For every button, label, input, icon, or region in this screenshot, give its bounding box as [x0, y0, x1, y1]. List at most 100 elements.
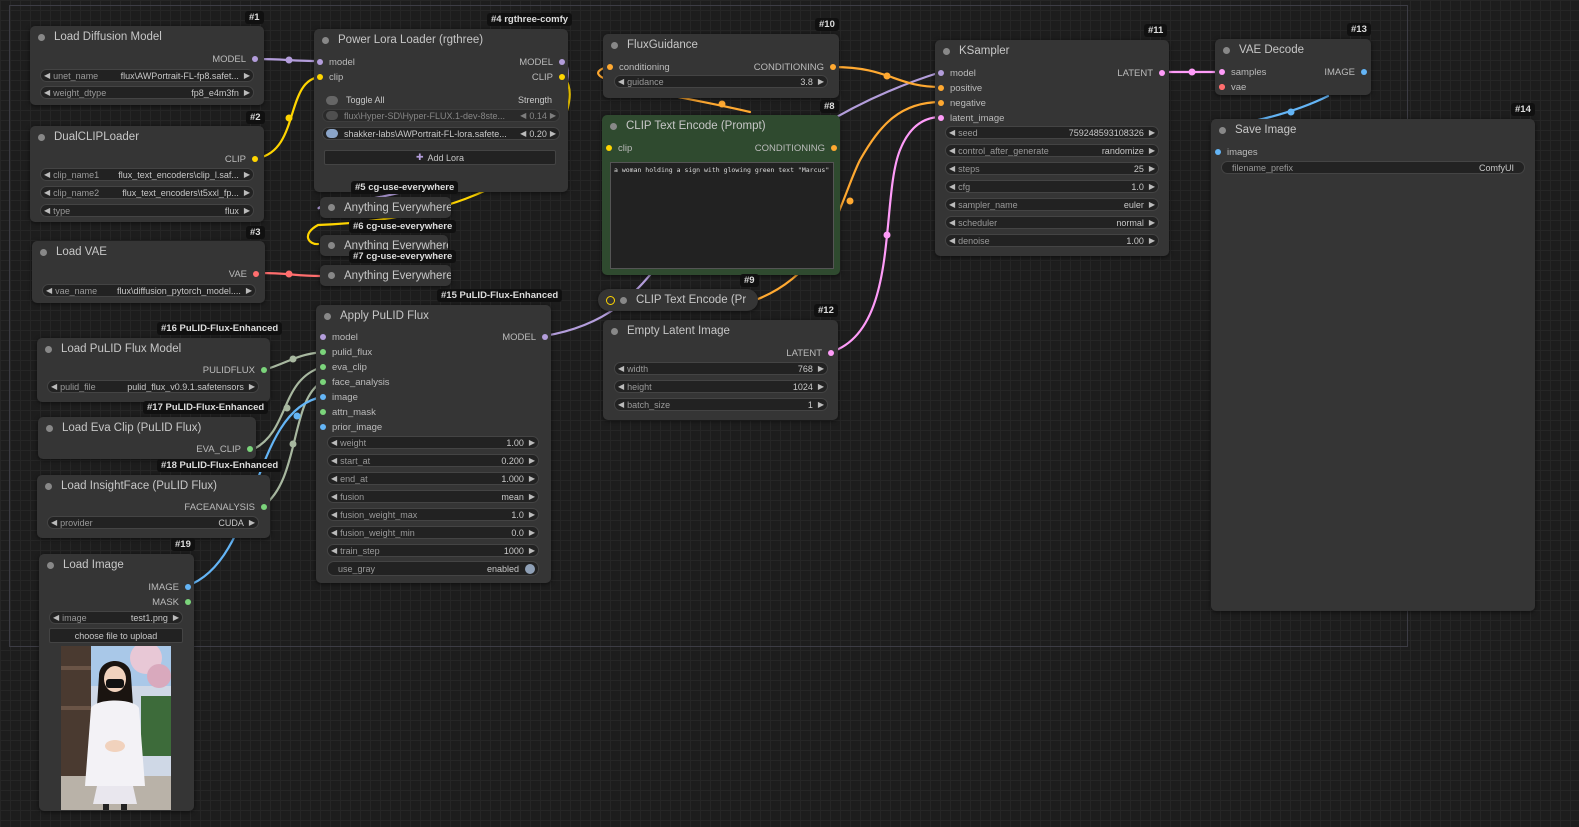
output-pin-icon[interactable]	[1159, 70, 1165, 76]
arrow-right-icon[interactable]: ▶	[1146, 182, 1158, 191]
input-model[interactable]: model	[320, 330, 358, 344]
input-pin-icon[interactable]	[606, 145, 612, 151]
arrow-left-icon[interactable]: ◀	[328, 438, 340, 447]
arrow-left-icon[interactable]: ◀	[41, 206, 53, 215]
widget-vae-name[interactable]: ◀ vae_name flux\diffusion_pytorch_model...…	[42, 284, 256, 297]
add-lora-button[interactable]: ✚ Add Lora	[324, 150, 556, 165]
collapse-dot-icon[interactable]	[47, 561, 54, 569]
input-clip[interactable]: clip	[606, 141, 632, 155]
lora-row-2[interactable]: shakker-labs\AWPortrait-FL-lora.safete..…	[322, 127, 560, 140]
input-pulid-flux[interactable]: pulid_flux	[320, 345, 372, 359]
output-image[interactable]: IMAGE	[148, 580, 191, 594]
output-conditioning[interactable]: CONDITIONING	[754, 60, 836, 74]
arrow-left-icon[interactable]: ◀	[328, 456, 340, 465]
output-pin-icon[interactable]	[559, 74, 565, 80]
arrow-right-icon[interactable]: ▶	[526, 492, 538, 501]
output-clip[interactable]: CLIP	[532, 70, 565, 84]
lora-row-1[interactable]: flux\Hyper-SD\Hyper-FLUX.1-dev-8ste... ◀ 0…	[322, 109, 560, 122]
arrow-right-icon[interactable]: ▶	[526, 456, 538, 465]
widget-use-gray[interactable]: use_gray enabled	[327, 561, 539, 576]
node-load-insightface[interactable]: Load InsightFace (PuLID Flux) FACEANALYS…	[37, 475, 270, 538]
arrow-left-icon[interactable]: ◀	[41, 88, 53, 97]
node-title[interactable]: FluxGuidance	[603, 34, 839, 56]
arrow-left-icon[interactable]: ◀	[615, 400, 627, 409]
arrow-left-icon[interactable]: ◀	[615, 77, 627, 86]
collapse-dot-icon[interactable]	[610, 122, 617, 130]
output-pin-icon[interactable]	[185, 584, 191, 590]
output-faceanalysis[interactable]: FACEANALYSIS	[184, 500, 267, 514]
input-pin-icon[interactable]	[1219, 84, 1225, 90]
output-pin-icon[interactable]	[252, 56, 258, 62]
arrow-left-icon[interactable]: ◀	[946, 182, 958, 191]
node-anything-everywhere-7[interactable]: Anything Everywhere	[320, 265, 451, 286]
node-title[interactable]: Anything Everywhere	[320, 265, 451, 286]
collapse-dot-icon[interactable]	[38, 33, 45, 41]
collapse-dot-icon[interactable]	[322, 36, 329, 44]
input-pin-icon[interactable]	[938, 85, 944, 91]
widget-end-at[interactable]: ◀ end_at 1.000 ▶	[327, 472, 539, 485]
output-mask[interactable]: MASK	[152, 595, 191, 609]
output-pin-icon[interactable]	[252, 156, 258, 162]
arrow-left-icon[interactable]: ◀	[41, 188, 53, 197]
node-power-lora-loader[interactable]: Power Lora Loader (rgthree) model clip M…	[314, 29, 568, 192]
node-title[interactable]: Load Diffusion Model	[30, 26, 264, 48]
widget-clip-name1[interactable]: ◀ clip_name1 flux_text_encoders\clip_l.saf…	[40, 168, 254, 181]
input-eva-clip[interactable]: eva_clip	[320, 360, 367, 374]
output-pin-icon[interactable]	[253, 271, 259, 277]
input-pin-icon[interactable]	[320, 379, 326, 385]
collapse-dot-icon[interactable]	[620, 296, 627, 304]
widget-provider[interactable]: ◀ provider CUDA ▶	[47, 516, 259, 529]
node-title[interactable]: Load Eva Clip (PuLID Flux)	[38, 417, 256, 439]
arrow-right-icon[interactable]: ▶	[241, 170, 253, 179]
output-model[interactable]: MODEL	[212, 52, 258, 66]
node-title[interactable]: Power Lora Loader (rgthree)	[314, 29, 568, 51]
input-positive[interactable]: positive	[938, 81, 982, 95]
widget-weight[interactable]: ◀ weight 1.00 ▶	[327, 436, 539, 449]
widget-cfg[interactable]: ◀ cfg 1.0 ▶	[945, 180, 1159, 193]
input-pin-icon[interactable]	[607, 64, 613, 70]
collapse-dot-icon[interactable]	[943, 47, 950, 55]
node-title[interactable]: VAE Decode	[1215, 39, 1371, 61]
widget-image-file[interactable]: ◀ image test1.png ▶	[49, 611, 183, 624]
output-latent[interactable]: LATENT	[786, 346, 834, 360]
input-pin-icon[interactable]	[1219, 69, 1225, 75]
input-images[interactable]: images	[1215, 145, 1258, 159]
input-vae[interactable]: vae	[1219, 80, 1246, 94]
input-pin-icon[interactable]	[938, 70, 944, 76]
output-image[interactable]: IMAGE	[1324, 65, 1367, 79]
input-pin-icon[interactable]	[320, 394, 326, 400]
arrow-right-icon[interactable]: ▶	[243, 286, 255, 295]
output-pin-icon[interactable]	[559, 59, 565, 65]
arrow-right-icon[interactable]: ▶	[526, 438, 538, 447]
arrow-left-icon[interactable]: ◀	[328, 474, 340, 483]
node-apply-pulid-flux[interactable]: Apply PuLID Flux model pulid_flux eva_cl…	[316, 305, 551, 583]
toggle-icon[interactable]	[326, 111, 338, 120]
arrow-right-icon[interactable]: ▶	[1146, 218, 1158, 227]
output-model[interactable]: MODEL	[519, 55, 565, 69]
output-pin-icon[interactable]	[261, 504, 267, 510]
upload-button[interactable]: choose file to upload	[49, 628, 183, 643]
arrow-right-icon[interactable]: ▶	[241, 206, 253, 215]
output-pulidflux[interactable]: PULIDFLUX	[203, 363, 267, 377]
output-pin-icon[interactable]	[542, 334, 548, 340]
collapse-dot-icon[interactable]	[40, 248, 47, 256]
collapse-dot-icon[interactable]	[611, 327, 618, 335]
widget-fusion[interactable]: ◀ fusion mean ▶	[327, 490, 539, 503]
arrow-right-icon[interactable]: ▶	[246, 518, 258, 527]
collapse-dot-icon[interactable]	[1223, 46, 1230, 54]
graph-canvas[interactable]: #1 Load Diffusion Model MODEL ◀ unet_name…	[0, 0, 1579, 827]
arrow-left-icon[interactable]: ◀	[50, 613, 62, 622]
arrow-left-icon[interactable]: ◀	[41, 71, 53, 80]
output-pin-icon[interactable]	[247, 446, 253, 452]
node-load-diffusion-model[interactable]: Load Diffusion Model MODEL ◀ unet_name flu…	[30, 26, 264, 105]
input-latent-image[interactable]: latent_image	[938, 111, 1004, 125]
widget-train-step[interactable]: ◀ train_step 1000 ▶	[327, 544, 539, 557]
collapse-dot-icon[interactable]	[324, 312, 331, 320]
widget-guidance[interactable]: ◀ guidance 3.8 ▶	[614, 75, 828, 88]
node-title[interactable]: Load Image	[39, 554, 194, 576]
input-pin-icon[interactable]	[317, 59, 323, 65]
widget-width[interactable]: ◀ width 768 ▶	[614, 362, 828, 375]
input-pin-icon[interactable]	[320, 424, 326, 430]
arrow-left-icon[interactable]: ◀	[328, 528, 340, 537]
arrow-left-icon[interactable]: ◀	[328, 492, 340, 501]
